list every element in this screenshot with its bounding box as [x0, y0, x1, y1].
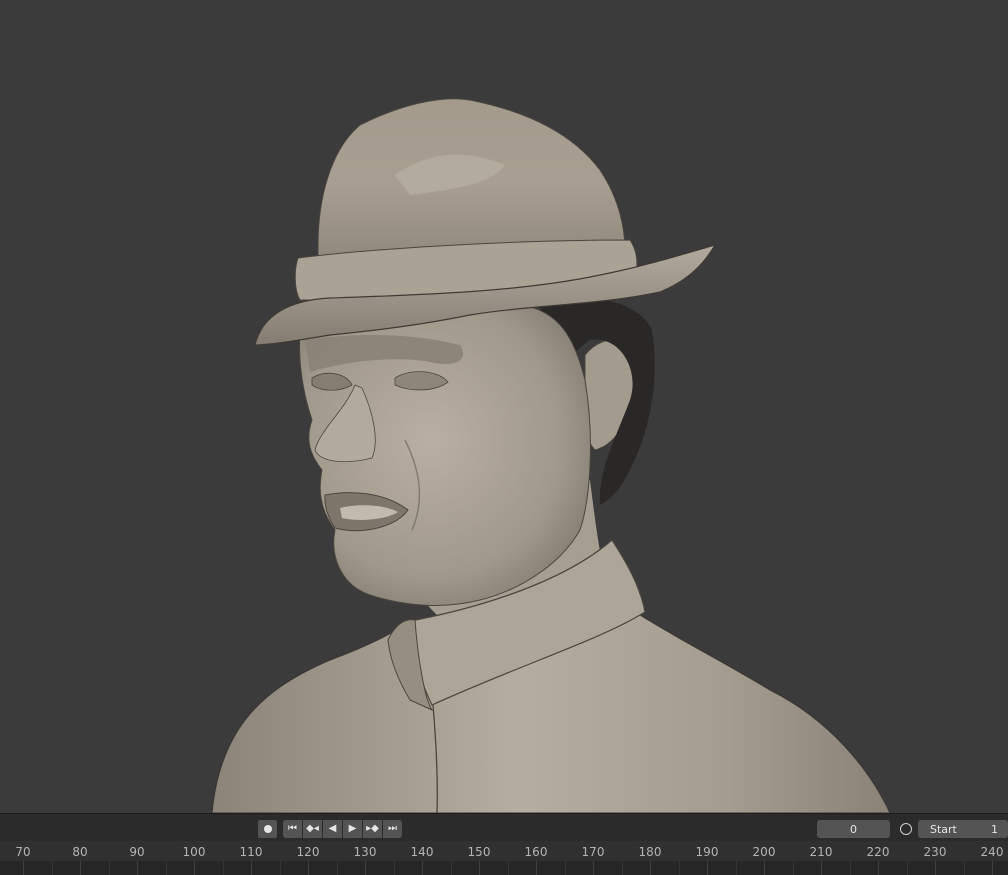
timeline-subtick-line	[849, 861, 851, 875]
timeline-subtick-line	[393, 861, 395, 875]
jump-to-end-button[interactable]: ⏭	[383, 820, 402, 838]
timeline-tick-line	[422, 861, 423, 875]
timeline-subtick-line	[906, 861, 908, 875]
timeline-tick-line	[992, 861, 993, 875]
timeline-tick-label: 130	[353, 845, 377, 859]
next-keyframe-icon: ▸◆	[366, 823, 379, 834]
timeline-tick-line	[80, 861, 81, 875]
timeline-track[interactable]	[0, 861, 1008, 875]
record-icon	[263, 825, 272, 833]
timeline-tick-label: 90	[129, 845, 145, 859]
timeline-tick-line	[23, 861, 24, 875]
timeline-tick-label: 80	[72, 845, 88, 859]
timeline-tick-label: 230	[923, 845, 947, 859]
play-reverse-icon: ◀	[328, 823, 337, 834]
playback-controls-bar: ⏮ ◆◂ ◀ ▶ ▸◆ ⏭ 0 Start 1	[0, 813, 1008, 841]
timeline-tick-line	[764, 861, 765, 875]
timeline-tick-line	[365, 861, 366, 875]
timeline-tick-label: 180	[638, 845, 662, 859]
timeline-subtick-line	[963, 861, 965, 875]
timeline-tick-label: 170	[581, 845, 605, 859]
timeline-subtick-line	[564, 861, 566, 875]
timeline-subtick-line	[735, 861, 737, 875]
jump-to-end-icon: ⏭	[388, 823, 397, 834]
record-button[interactable]	[258, 820, 277, 838]
timeline-subtick-line	[165, 861, 167, 875]
timeline-tick-label: 150	[467, 845, 491, 859]
timeline-tick-label: 100	[182, 845, 206, 859]
timeline-tick-line	[479, 861, 480, 875]
timeline-tick-line	[878, 861, 879, 875]
timeline-subtick-line	[621, 861, 623, 875]
timeline-tick-label: 240	[980, 845, 1004, 859]
timeline-tick-label: 140	[410, 845, 434, 859]
timeline-tick-label: 70	[15, 845, 31, 859]
timeline-subtick-line	[507, 861, 509, 875]
timeline-subtick-line	[222, 861, 224, 875]
timeline-tick-line	[536, 861, 537, 875]
timeline-tick-line	[251, 861, 252, 875]
timeline-tick-line	[308, 861, 309, 875]
timeline-subtick-line	[792, 861, 794, 875]
timeline-ruler[interactable]: 70 80 90 100 110 120 130 140 150 160 170 180 190 200 2…	[0, 841, 1008, 875]
timeline-tick-line	[593, 861, 594, 875]
current-frame-value: 0	[850, 822, 857, 836]
timeline-subtick-line	[336, 861, 338, 875]
timeline-tick-line	[137, 861, 138, 875]
3d-viewport[interactable]	[0, 0, 1008, 813]
stopwatch-icon	[900, 823, 912, 835]
start-frame-value: 1	[991, 822, 998, 836]
current-frame-field[interactable]: 0	[817, 820, 890, 838]
timeline-tick-label: 110	[239, 845, 263, 859]
timeline-tick-label: 200	[752, 845, 776, 859]
timeline-subtick-line	[51, 861, 53, 875]
jump-to-start-button[interactable]: ⏮	[283, 820, 302, 838]
start-frame-label: Start	[930, 822, 957, 836]
transport-buttons: ⏮ ◆◂ ◀ ▶ ▸◆ ⏭	[283, 820, 402, 838]
play-button[interactable]: ▶	[343, 820, 362, 838]
start-frame-field[interactable]: Start 1	[918, 820, 1008, 838]
timeline-tick-line	[707, 861, 708, 875]
play-icon: ▶	[348, 823, 357, 834]
timeline-subtick-line	[678, 861, 680, 875]
timeline-subtick-line	[108, 861, 110, 875]
timeline-tick-line	[935, 861, 936, 875]
timeline-tick-label: 120	[296, 845, 320, 859]
timeline-subtick-line	[450, 861, 452, 875]
timeline-tick-label: 190	[695, 845, 719, 859]
timeline-subtick-line	[279, 861, 281, 875]
timeline-tick-label: 220	[866, 845, 890, 859]
timeline-tick-line	[821, 861, 822, 875]
timeline-tick-label: 210	[809, 845, 833, 859]
use-preview-range-button[interactable]	[896, 820, 916, 838]
timeline-tick-line	[194, 861, 195, 875]
jump-to-start-icon: ⏮	[288, 823, 297, 834]
play-reverse-button[interactable]: ◀	[323, 820, 342, 838]
previous-keyframe-icon: ◆◂	[306, 823, 319, 834]
timeline-tick-label: 160	[524, 845, 548, 859]
sculpted-bust-render	[211, 98, 891, 813]
previous-keyframe-button[interactable]: ◆◂	[303, 820, 322, 838]
timeline-tick-line	[650, 861, 651, 875]
next-keyframe-button[interactable]: ▸◆	[363, 820, 382, 838]
